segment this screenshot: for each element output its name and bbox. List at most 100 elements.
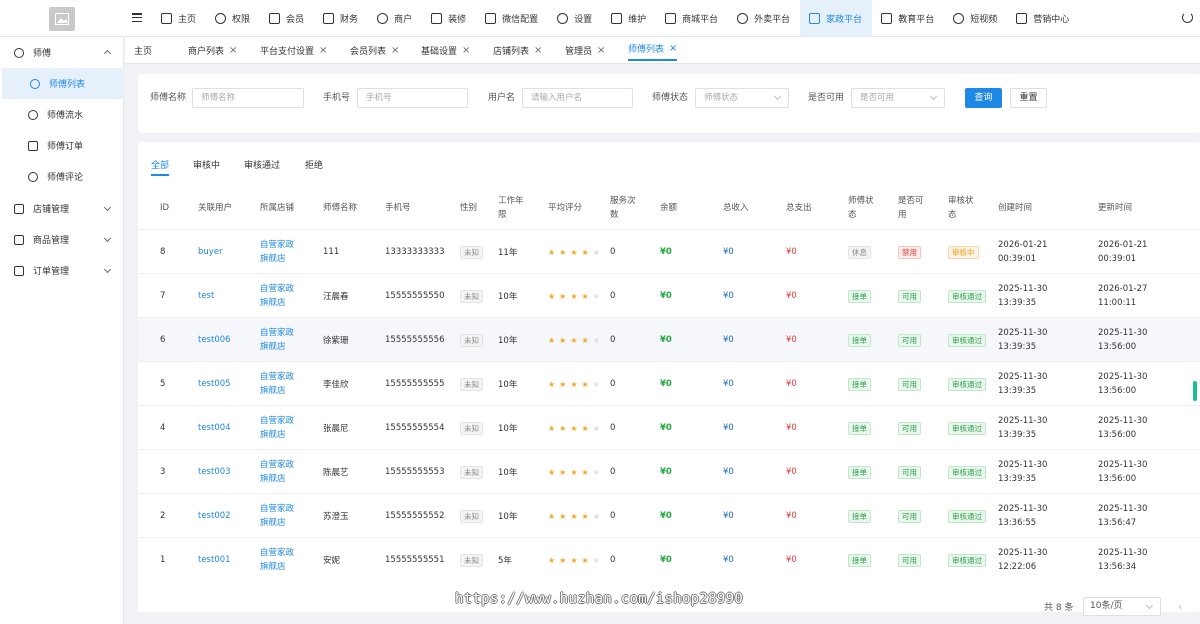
close-icon[interactable]: × <box>229 45 237 56</box>
page-tab[interactable]: 会员列表 × <box>350 37 399 64</box>
shop-link[interactable]: 自营家政旗舰店 <box>260 274 300 318</box>
page-tab-label: 会员列表 <box>350 47 387 57</box>
rating-cell: ★★★★★ <box>548 494 604 538</box>
page-tab[interactable]: 主页 <box>134 37 152 64</box>
video-icon <box>953 13 965 24</box>
shop-link[interactable]: 自营家政旗舰店 <box>260 538 300 582</box>
sidebar-item-master-list[interactable]: 师傅列表 <box>2 68 124 99</box>
page-tab[interactable]: 管理员 × <box>565 37 605 64</box>
topnav-item[interactable]: 权限 <box>206 0 260 37</box>
page-tab[interactable]: 商户列表 × <box>188 37 237 64</box>
topnav-item[interactable]: 教育平台 <box>872 0 944 37</box>
balance-cell: ¥0 <box>660 555 672 565</box>
topnav-item[interactable]: 设置 <box>548 0 602 37</box>
menu-toggle-icon[interactable] <box>132 13 142 23</box>
sidebar-group-label: 店铺管理 <box>33 205 70 215</box>
sidebar-group-orders[interactable]: 订单管理 <box>0 255 124 286</box>
topnav-item[interactable]: 会员 <box>260 0 314 37</box>
username-input[interactable]: 请输入用户名 <box>522 88 633 108</box>
close-icon[interactable]: × <box>319 45 327 56</box>
reset-button[interactable]: 重置 <box>1010 88 1047 108</box>
user-link[interactable]: buyer <box>198 230 223 274</box>
user-link[interactable]: test005 <box>198 362 231 406</box>
topnav-item[interactable]: 外卖平台 <box>728 0 800 37</box>
topnav-item[interactable]: 短视频 <box>944 0 1007 37</box>
scrollbar-thumb[interactable] <box>1193 381 1197 401</box>
status-tab-pending[interactable]: 审核中 <box>193 158 220 176</box>
topnav-item[interactable]: 财务 <box>314 0 368 37</box>
close-icon[interactable]: × <box>534 45 542 56</box>
available-cell: 可用 <box>898 494 921 538</box>
available-badge: 可用 <box>898 465 921 479</box>
balance-cell: ¥0 <box>660 467 672 477</box>
expense-cell: ¥0 <box>786 379 797 389</box>
expense-cell: ¥0 <box>786 335 797 345</box>
user-icon <box>14 47 24 58</box>
page-tab[interactable]: 店铺列表 × <box>493 37 542 64</box>
home-icon <box>809 13 821 24</box>
sidebar-group-master[interactable]: 师傅 <box>0 37 124 68</box>
user-link[interactable]: test003 <box>198 450 231 494</box>
updated-cell: 2025-11-30 13:56:34 <box>1098 548 1148 572</box>
star-rating: ★★★★★ <box>548 423 604 433</box>
close-icon[interactable]: × <box>669 43 677 54</box>
user-link[interactable]: test <box>198 274 214 318</box>
audit-badge: 审核通过 <box>948 509 986 523</box>
shop-link[interactable]: 自营家政旗舰店 <box>260 318 300 362</box>
prev-page-icon[interactable]: ‹ <box>1178 600 1182 613</box>
topnav-item[interactable]: 营销中心 <box>1007 0 1079 37</box>
status-tab-rejected[interactable]: 拒绝 <box>305 158 323 176</box>
shop-link[interactable]: 自营家政旗舰店 <box>260 450 300 494</box>
page-tab[interactable]: 师傅列表 × <box>628 37 678 61</box>
name-input[interactable]: 师傅名称 <box>192 88 304 108</box>
status-badge: 接单 <box>848 377 871 391</box>
user-link[interactable]: test004 <box>198 406 231 450</box>
phone-input[interactable]: 手机号 <box>357 88 468 108</box>
page-tab[interactable]: 基础设置 × <box>421 37 470 64</box>
count-cell: 0 <box>610 335 616 345</box>
name-label: 师傅名称 <box>150 93 187 103</box>
monitor-icon <box>14 265 24 276</box>
status-tab-all[interactable]: 全部 <box>151 158 170 176</box>
topnav-item[interactable]: 维护 <box>602 0 656 37</box>
audit-cell: 审核通过 <box>948 538 986 582</box>
user-link[interactable]: test006 <box>198 318 231 362</box>
topnav-item[interactable]: 微信配置 <box>476 0 548 37</box>
topnav-item-label: 家政平台 <box>826 15 863 25</box>
search-button[interactable]: 查询 <box>965 88 1002 108</box>
shop-link[interactable]: 自营家政旗舰店 <box>260 230 300 274</box>
status-badge: 接单 <box>848 509 871 523</box>
topnav-item[interactable]: 商户 <box>368 0 422 37</box>
status-select[interactable]: 师傅状态 <box>695 88 789 108</box>
close-icon[interactable]: × <box>391 45 399 56</box>
sidebar-item-master-reviews[interactable]: 师傅评论 <box>0 161 124 192</box>
balance-cell: ¥0 <box>660 247 672 257</box>
topnav-item[interactable]: 主页 <box>152 0 206 37</box>
page-size-select[interactable]: 10条/页 <box>1083 597 1161 616</box>
user-link[interactable]: test001 <box>198 538 231 582</box>
topnav-item[interactable]: 商城平台 <box>656 0 728 37</box>
sidebar-group-goods[interactable]: 商品管理 <box>0 224 124 255</box>
column-header: 手机号 <box>385 203 411 213</box>
shop-link[interactable]: 自营家政旗舰店 <box>260 406 300 450</box>
close-icon[interactable]: × <box>597 45 605 56</box>
gender-cell: 未知 <box>460 450 483 494</box>
sidebar-group-store[interactable]: 店铺管理 <box>0 193 124 224</box>
logo[interactable] <box>49 7 75 31</box>
sidebar-item-master-flow[interactable]: 师傅流水 <box>0 99 124 130</box>
refresh-icon[interactable] <box>1182 12 1193 23</box>
topnav-item[interactable]: 装修 <box>422 0 476 37</box>
sidebar-item-master-orders[interactable]: 师傅订单 <box>0 130 124 161</box>
shop-link[interactable]: 自营家政旗舰店 <box>260 362 300 406</box>
topnav-item[interactable]: 家政平台 <box>800 0 873 37</box>
status-badge: 接单 <box>848 421 871 435</box>
shop-link[interactable]: 自营家政旗舰店 <box>260 494 300 538</box>
available-select[interactable]: 是否可用 <box>851 88 945 108</box>
status-tab-approved[interactable]: 审核通过 <box>244 158 280 176</box>
user-link[interactable]: test002 <box>198 494 231 538</box>
marketing-icon <box>1016 13 1028 24</box>
star-rating: ★★★★★ <box>548 247 604 257</box>
page-tab[interactable]: 平台支付设置 × <box>260 37 327 64</box>
close-icon[interactable]: × <box>462 45 470 56</box>
topnav-item-label: 教育平台 <box>898 15 935 25</box>
